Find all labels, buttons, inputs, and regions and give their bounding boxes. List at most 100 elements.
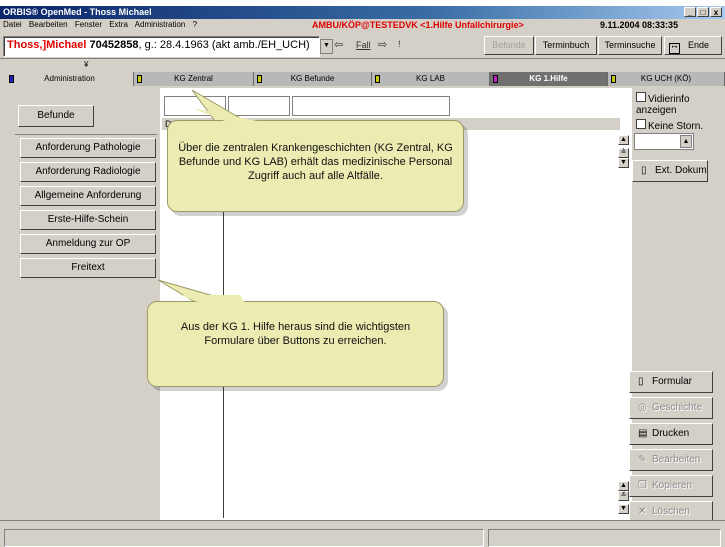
fall-button[interactable]: Fall	[356, 40, 371, 50]
filter-field-3[interactable]	[292, 96, 450, 116]
window-controls: _ □ x	[684, 7, 722, 17]
document-icon: ▯	[638, 376, 644, 387]
checkbox-icon	[636, 119, 646, 129]
tab-row: Administration KG Zentral KG Befunde KG …	[6, 72, 725, 86]
ext-dokum-label: Ext. Dokum	[655, 165, 707, 176]
terminbuch-button[interactable]: Terminbuch	[535, 36, 597, 55]
divider	[15, 134, 157, 135]
menu-extra[interactable]: Extra	[109, 20, 128, 29]
menu-administration[interactable]: Administration	[135, 20, 186, 29]
title-bar: ORBIS® OpenMed - Thoss Michael _ □ x	[0, 6, 725, 19]
callout-forms-text: Aus der KG 1. Hilfe heraus sind die wich…	[180, 321, 411, 347]
formular-button[interactable]: ▯ Formular	[629, 371, 713, 393]
anmeldung-zur-op-button[interactable]: Anmeldung zur OP	[20, 234, 156, 254]
status-panel-2	[488, 529, 721, 547]
checkbox-icon	[636, 92, 646, 102]
info-icon[interactable]: !	[398, 39, 401, 49]
tab-marker-icon	[257, 75, 262, 83]
patient-details: , g.: 28.4.1963 (akt amb./EH_UCH)	[138, 39, 310, 51]
scroll-up-icon[interactable]: ▲	[618, 481, 629, 491]
left-panel: Befunde Anforderung Pathologie Anforderu…	[0, 88, 160, 520]
scroll-controls-top: ▲ ≜ ▼	[618, 135, 630, 168]
copy-icon: ❐	[638, 480, 647, 491]
terminsuche-button[interactable]: Terminsuche	[598, 36, 662, 55]
befunde-toolbar-button[interactable]: Befunde	[484, 36, 534, 55]
close-button[interactable]: x	[710, 7, 722, 17]
tab-marker-icon	[493, 75, 498, 83]
tab-label: KG Zentral	[174, 74, 213, 83]
ende-label: Ende	[688, 40, 710, 50]
tab-kg-befunde[interactable]: KG Befunde	[254, 72, 372, 86]
window-title: ORBIS® OpenMed - Thoss Michael	[3, 7, 152, 17]
scroll-down-small-icon[interactable]: ▼	[618, 158, 629, 168]
printer-icon: ▤	[638, 428, 648, 439]
scroll-down-icon[interactable]: ¥	[84, 60, 88, 69]
tab-label: Administration	[44, 74, 95, 83]
tab-kg-lab[interactable]: KG LAB	[372, 72, 490, 86]
patient-field[interactable]: Thoss,]Michael 70452858, g.: 28.4.1963 (…	[3, 36, 320, 57]
keine-storn-label: Keine Storn.	[648, 121, 704, 132]
tab-label: KG Befunde	[290, 74, 335, 83]
tab-label: KG UCH (KÖ)	[640, 74, 692, 83]
history-icon: ◎	[638, 402, 647, 413]
callout-pointer-cover	[192, 108, 257, 121]
scroll-up-icon[interactable]: ≜	[618, 148, 629, 158]
toolbar: Thoss,]Michael 70452858, g.: 28.4.1963 (…	[0, 31, 725, 59]
tab-bar: ¥ Administration KG Zentral KG Befunde K…	[0, 59, 725, 88]
allgemeine-anforderung-button[interactable]: Allgemeine Anforderung	[20, 186, 156, 206]
geschichte-label: Geschichte	[652, 402, 703, 413]
bearbeiten-button[interactable]: ✎ Bearbeiten	[629, 449, 713, 471]
befunde-button[interactable]: Befunde	[18, 105, 94, 127]
tab-marker-icon	[375, 75, 380, 83]
back-arrow-icon[interactable]: ⇦	[334, 38, 343, 51]
tab-label: KG LAB	[416, 74, 445, 83]
anforderung-pathologie-button[interactable]: Anforderung Pathologie	[20, 138, 156, 158]
document-icon: ▯	[641, 165, 647, 176]
scroll-top-icon[interactable]: ▲	[618, 135, 629, 145]
drucken-label: Drucken	[652, 428, 690, 439]
forward-arrow-icon[interactable]: ⇨	[378, 38, 387, 51]
edit-icon: ✎	[638, 454, 647, 465]
freitext-button[interactable]: Freitext	[20, 258, 156, 278]
filter-select[interactable]: ▲	[634, 133, 694, 150]
scroll-end-icon[interactable]: ▼	[618, 504, 629, 514]
exit-icon: ↦	[669, 43, 680, 54]
keine-storn-checkbox[interactable]: Keine Storn.	[636, 119, 703, 132]
ext-dokum-button[interactable]: ▯ Ext. Dokum	[632, 160, 708, 182]
patient-name: Thoss,]Michael	[7, 39, 87, 51]
patient-id: 70452858	[89, 39, 139, 51]
kopieren-label: Kopieren	[652, 480, 693, 491]
ende-button[interactable]: ↦ Ende	[664, 36, 722, 55]
anforderung-radiologie-button[interactable]: Anforderung Radiologie	[20, 162, 156, 182]
status-bar	[0, 520, 725, 547]
tab-administration[interactable]: Administration	[6, 72, 134, 86]
right-panel: Vidierinfo anzeigen Keine Storn. ▲ ▯ Ext.…	[629, 88, 725, 523]
maximize-button[interactable]: □	[697, 7, 709, 17]
minimize-button[interactable]: _	[684, 7, 696, 17]
dropdown-icon[interactable]: ▲	[680, 135, 692, 148]
kopieren-button[interactable]: ❐ Kopieren	[629, 475, 713, 497]
login-status: AMBU/KÖP@TESTEDVK <1.Hilfe Unfallchirurg…	[312, 20, 524, 30]
menu-fenster[interactable]: Fenster	[75, 20, 102, 29]
erste-hilfe-schein-button[interactable]: Erste-Hilfe-Schein	[20, 210, 156, 230]
tab-kg-1-hilfe[interactable]: KG 1.Hilfe	[490, 72, 608, 86]
loeschen-label: Löschen	[652, 506, 690, 517]
geschichte-button[interactable]: ◎ Geschichte	[629, 397, 713, 419]
callout-forms: Aus der KG 1. Hilfe heraus sind die wich…	[147, 301, 444, 387]
formular-label: Formular	[652, 376, 693, 387]
patient-dropdown-icon[interactable]: ▼	[320, 39, 333, 54]
tab-kg-zentral[interactable]: KG Zentral	[134, 72, 254, 86]
tab-marker-icon	[9, 75, 14, 83]
menu-bearbeiten[interactable]: Bearbeiten	[29, 20, 68, 29]
drucken-button[interactable]: ▤ Drucken	[629, 423, 713, 445]
menu-datei[interactable]: Datei	[3, 20, 22, 29]
status-panel-1	[4, 529, 484, 547]
callout-kg-zentral: Über die zentralen Krankengeschichten (K…	[167, 120, 464, 212]
datetime-display: 9.11.2004 08:33:35	[600, 20, 679, 30]
vidierinfo-checkbox[interactable]: Vidierinfo anzeigen	[636, 92, 706, 116]
menu-help[interactable]: ?	[193, 20, 197, 29]
scroll-bottom-icon[interactable]: ≚	[618, 491, 629, 501]
callout-pointer-cover	[180, 295, 245, 303]
tab-kg-uch[interactable]: KG UCH (KÖ)	[608, 72, 725, 86]
delete-icon: ✕	[638, 506, 647, 517]
